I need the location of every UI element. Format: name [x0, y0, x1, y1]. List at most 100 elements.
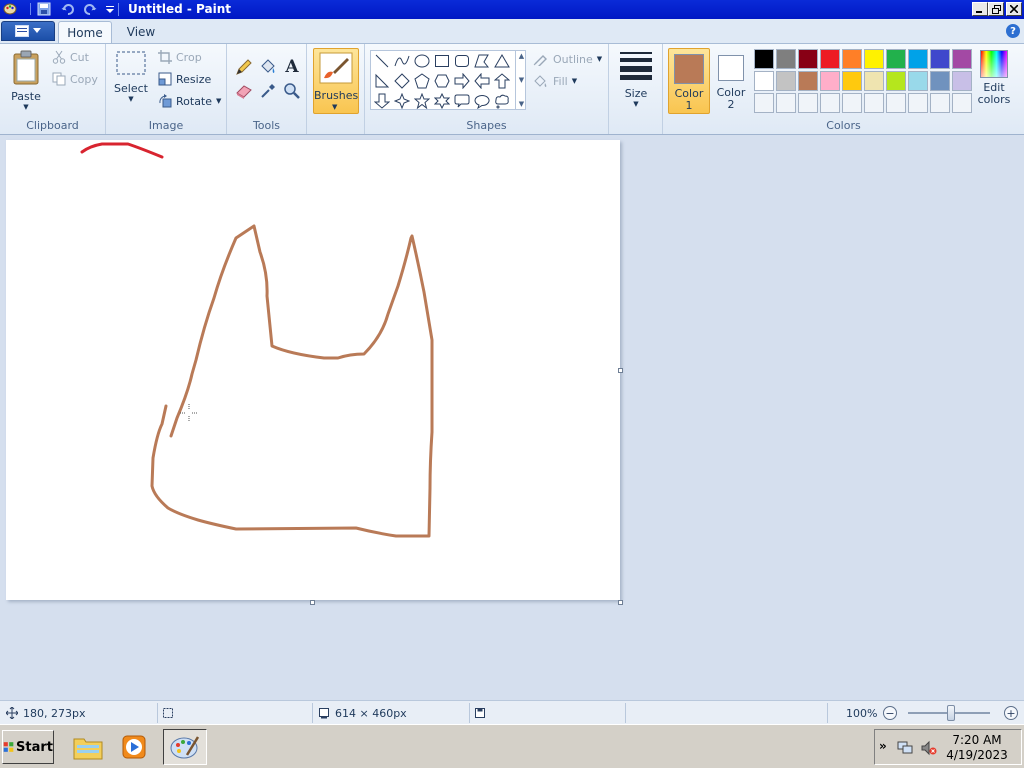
shape-triangle[interactable] [492, 51, 512, 71]
shapes-scroll-up-icon[interactable]: ▲ [519, 52, 524, 60]
palette-swatch[interactable] [908, 71, 928, 91]
tray-expand-icon[interactable]: » [879, 739, 887, 753]
fill-button[interactable]: Fill ▼ [533, 74, 577, 88]
palette-swatch[interactable] [930, 49, 950, 69]
shape-oval-callout[interactable] [472, 91, 492, 111]
shape-rounded-rectangle[interactable] [452, 51, 472, 71]
palette-swatch[interactable] [930, 71, 950, 91]
zoom-out-button[interactable]: − [883, 706, 897, 720]
resize-handle-right[interactable] [618, 368, 623, 373]
size-button[interactable]: Size ▼ [617, 50, 655, 108]
shapes-scroll-down-icon[interactable]: ▼ [519, 76, 524, 84]
close-button[interactable] [1006, 2, 1022, 16]
palette-swatch[interactable] [908, 49, 928, 69]
tab-home[interactable]: Home [58, 21, 112, 43]
copy-button[interactable]: Copy [52, 72, 98, 86]
paint-app-icon[interactable] [2, 1, 18, 17]
taskbar-media-player[interactable] [112, 729, 156, 765]
canvas-workspace[interactable] [0, 136, 1024, 700]
palette-swatch[interactable] [798, 49, 818, 69]
shapes-scrollbar[interactable]: ▲ ▼ ▼ [515, 50, 527, 110]
taskbar-paint[interactable] [163, 729, 207, 765]
eraser-tool[interactable] [233, 80, 255, 102]
palette-swatch[interactable] [952, 93, 972, 113]
color2-button[interactable]: Color 2 [710, 48, 752, 114]
select-button[interactable]: Select ▼ [112, 50, 150, 103]
cut-button[interactable]: Cut [52, 50, 89, 64]
shape-polygon[interactable] [472, 51, 492, 71]
shape-line[interactable] [372, 51, 392, 71]
shape-cloud-callout[interactable] [492, 91, 512, 111]
paste-button[interactable]: Paste ▼ [6, 50, 46, 111]
palette-swatch[interactable] [886, 93, 906, 113]
restore-button[interactable] [988, 2, 1004, 16]
redo-icon[interactable] [82, 1, 98, 17]
palette-swatch[interactable] [754, 71, 774, 91]
shape-right-triangle[interactable] [372, 71, 392, 91]
fill-tool[interactable] [257, 56, 279, 78]
clock[interactable]: 7:20 AM 4/19/2023 [945, 733, 1009, 763]
customize-quick-access-icon[interactable] [102, 1, 118, 17]
palette-swatch[interactable] [952, 71, 972, 91]
palette-swatch[interactable] [930, 93, 950, 113]
edit-colors-button[interactable]: Edit colors [978, 50, 1010, 106]
shape-up-arrow[interactable] [492, 71, 512, 91]
palette-swatch[interactable] [798, 93, 818, 113]
save-icon[interactable] [36, 1, 52, 17]
taskbar-explorer[interactable] [66, 729, 110, 765]
shape-down-arrow[interactable] [372, 91, 392, 111]
shape-diamond[interactable] [392, 71, 412, 91]
zoom-slider-thumb[interactable] [947, 705, 955, 721]
palette-swatch[interactable] [820, 71, 840, 91]
palette-swatch[interactable] [842, 71, 862, 91]
palette-swatch[interactable] [820, 93, 840, 113]
shape-left-arrow[interactable] [472, 71, 492, 91]
shape-oval[interactable] [412, 51, 432, 71]
resize-button[interactable]: Resize [158, 72, 211, 86]
shape-rounded-callout[interactable] [452, 91, 472, 111]
palette-swatch[interactable] [776, 93, 796, 113]
shapes-more-icon[interactable]: ▼ [519, 100, 524, 108]
color-picker-tool[interactable] [257, 80, 279, 102]
magnifier-tool[interactable] [281, 80, 303, 102]
outline-button[interactable]: Outline ▼ [533, 52, 602, 66]
shape-pentagon[interactable] [412, 71, 432, 91]
shape-right-arrow[interactable] [452, 71, 472, 91]
undo-icon[interactable] [60, 1, 76, 17]
minimize-button[interactable] [972, 2, 988, 16]
shape-hexagon[interactable] [432, 71, 452, 91]
shape-six-point-star[interactable] [432, 91, 452, 111]
palette-swatch[interactable] [886, 71, 906, 91]
shape-five-point-star[interactable] [412, 91, 432, 111]
text-tool[interactable]: A [281, 56, 303, 78]
shape-four-point-star[interactable] [392, 91, 412, 111]
crop-button[interactable]: Crop [158, 50, 202, 64]
zoom-in-button[interactable]: + [1004, 706, 1018, 720]
palette-swatch[interactable] [754, 93, 774, 113]
palette-swatch[interactable] [798, 71, 818, 91]
rotate-button[interactable]: Rotate ▼ [158, 94, 221, 108]
palette-swatch[interactable] [886, 49, 906, 69]
palette-swatch[interactable] [908, 93, 928, 113]
palette-swatch[interactable] [820, 49, 840, 69]
pencil-tool[interactable] [233, 56, 255, 78]
palette-swatch[interactable] [864, 71, 884, 91]
shape-rectangle[interactable] [432, 51, 452, 71]
palette-swatch[interactable] [776, 49, 796, 69]
shape-curve[interactable] [392, 51, 412, 71]
resize-handle-bottom[interactable] [310, 600, 315, 605]
paint-menu-button[interactable] [1, 21, 55, 41]
start-button[interactable]: Start [2, 730, 54, 764]
drawing-canvas[interactable] [6, 140, 620, 600]
color1-button[interactable]: Color 1 [668, 48, 710, 114]
palette-swatch[interactable] [842, 93, 862, 113]
help-button[interactable]: ? [1006, 24, 1020, 38]
palette-swatch[interactable] [952, 49, 972, 69]
palette-swatch[interactable] [864, 93, 884, 113]
palette-swatch[interactable] [754, 49, 774, 69]
resize-handle-corner[interactable] [618, 600, 623, 605]
palette-swatch[interactable] [842, 49, 862, 69]
palette-swatch[interactable] [776, 71, 796, 91]
palette-swatch[interactable] [864, 49, 884, 69]
tab-view[interactable]: View [118, 21, 164, 43]
